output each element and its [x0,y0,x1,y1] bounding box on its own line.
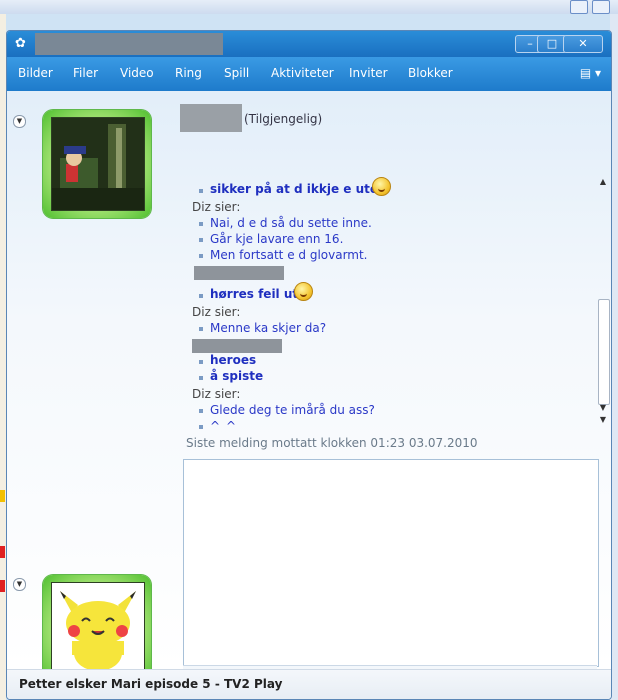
msn-icon: ✿ [15,36,26,51]
scroll-up-icon[interactable]: ▲ [597,177,609,187]
menu-ring[interactable]: Ring [175,66,202,80]
chat-window: ✿ – □ ✕ Bilder Filer Video Ring Spill Ak… [6,30,612,700]
contact-name-redacted [180,104,242,132]
conversation-scrollbar[interactable]: ▲ ▼ ▼ [597,177,610,425]
menu-aktiviteter[interactable]: Aktiviteter [271,66,334,80]
message-line: Menne ka skjer da? [210,321,327,335]
message-line: Nai, d e d så du sette inne. [210,216,372,230]
menu-inviter[interactable]: Inviter [349,66,388,80]
menu-blokker[interactable]: Blokker [408,66,453,80]
menu-options-icon[interactable]: ▤ ▾ [580,66,601,80]
message-input[interactable] [183,459,599,667]
now-playing-text: Petter elsker Mari episode 5 - TV2 Play [19,677,283,691]
window-title-redacted [35,33,223,55]
tongue-smiley-icon [372,177,391,196]
collapse-contact-icon[interactable]: ▼ [13,115,26,128]
message-line: ^_^ [210,419,237,429]
sender-name-redacted [192,339,282,353]
scroll-down-icon[interactable]: ▼ [597,403,609,413]
sender-line: Diz sier: [192,387,241,401]
message-line: heroes [210,353,257,367]
status-bar: Petter elsker Mari episode 5 - TV2 Play [7,669,611,699]
last-message-timestamp: Siste melding mottatt klokken 01:23 03.0… [186,436,478,450]
sender-line: Diz sier: [192,305,241,319]
sender-name-redacted [194,266,284,280]
close-button[interactable]: ✕ [563,35,603,53]
contact-avatar-image [52,118,144,210]
scroll-end-icon[interactable]: ▼ [597,415,609,425]
collapse-own-avatar-icon[interactable]: ▼ [13,578,26,591]
own-avatar-frame[interactable] [43,575,151,683]
pikachu-avatar-image [60,591,136,671]
menu-filer[interactable]: Filer [73,66,98,80]
message-line: Glede deg te imårå du ass? [210,403,375,417]
grin-smiley-icon [294,282,313,301]
desktop-maximize-button[interactable] [592,0,610,14]
message-line: Går kje lavare enn 16. [210,232,344,246]
message-line: hørres feil ut [210,287,299,301]
menu-spill[interactable]: Spill [224,66,249,80]
contact-status: (Tilgjengelig) [244,112,323,126]
sender-line: Diz sier: [192,200,241,214]
contact-avatar [51,117,145,211]
message-line: Men fortsatt e d glovarmt. [210,248,368,262]
menu-video[interactable]: Video [120,66,154,80]
message-line: å spiste [210,369,264,383]
scroll-thumb[interactable] [598,299,610,405]
message-line: sikker på at d ikkje e ute? [210,182,385,196]
conversation-history: sikker på at d ikkje e ute? Diz sier: Na… [182,137,598,429]
own-avatar [51,582,145,676]
desktop-minimize-button[interactable] [570,0,588,14]
desktop-taskbar-top [0,0,618,14]
chat-main-area: ▼ (Tilgjengelig) sikker på at d ikkje e … [7,91,611,694]
title-bar: ✿ – □ ✕ [7,31,611,57]
contact-avatar-frame[interactable] [43,110,151,218]
menu-bar: Bilder Filer Video Ring Spill Aktivitete… [7,57,611,91]
menu-bilder[interactable]: Bilder [18,66,53,80]
